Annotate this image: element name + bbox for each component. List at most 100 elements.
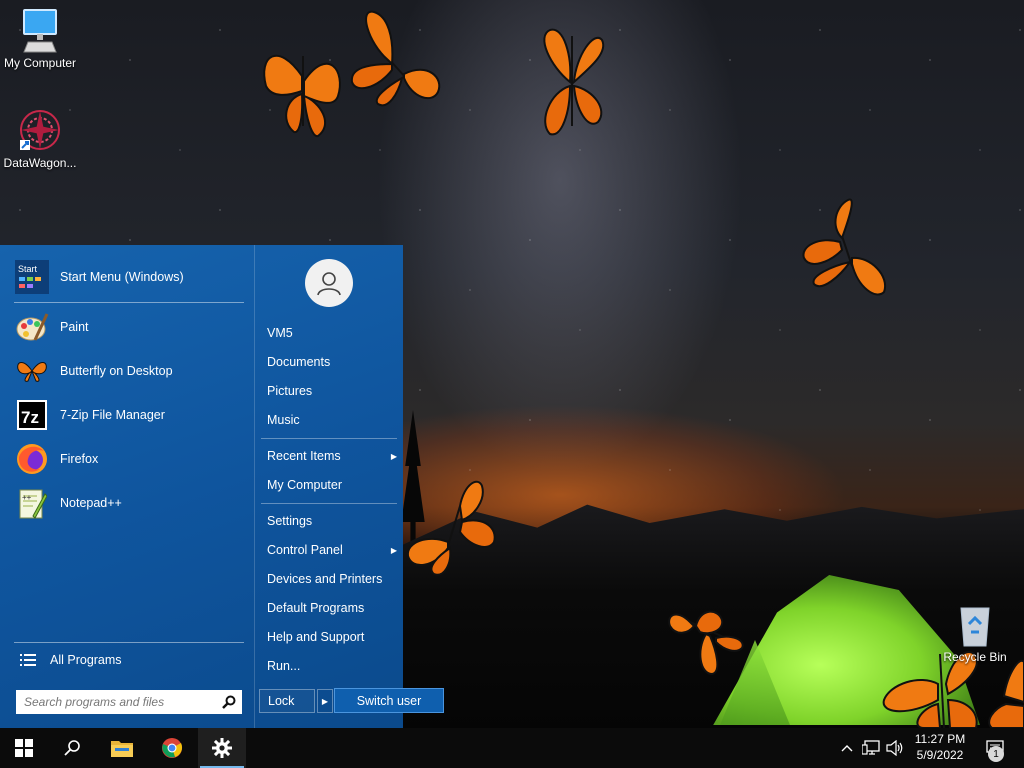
show-hidden-icons-button[interactable] [838,728,856,768]
search-icon[interactable] [222,695,236,709]
menu-item-label: Documents [267,355,331,369]
taskbar-file-explorer[interactable] [98,728,146,768]
desktop-icon-datawagon[interactable]: DataWagon... [0,108,80,170]
network-tray-button[interactable] [860,728,882,768]
monitor-icon [23,9,57,53]
switch-user-label: Switch user [356,693,422,708]
submenu-arrow-icon: ▶ [390,545,397,555]
menu-item-default-programs[interactable]: Default Programs [267,597,399,619]
menu-item-label: Recent Items [267,449,341,463]
taskbar-settings[interactable] [198,728,246,768]
menu-item-user[interactable]: VM5 [267,322,399,344]
search-box[interactable] [16,690,242,714]
separator [261,438,397,439]
program-start-menu-windows[interactable]: Start Start Menu (Windows) [14,257,242,297]
butterfly-icon [14,353,50,389]
start-menu-icon: Start [14,259,50,295]
butterfly-icon [988,659,1024,728]
program-label: Notepad++ [60,496,122,510]
user-avatar[interactable] [305,259,353,307]
lock-button[interactable]: Lock [259,689,315,713]
menu-item-label: Control Panel [267,543,343,557]
chrome-icon [162,738,183,758]
menu-item-label: VM5 [267,326,293,340]
user-icon [317,272,341,296]
folder-icon [111,741,133,757]
menu-item-label: Devices and Printers [267,572,383,586]
all-programs-button[interactable]: All Programs [14,647,242,673]
program-label: Start Menu (Windows) [60,270,184,284]
menu-item-help-and-support[interactable]: Help and Support [267,626,399,648]
menu-item-recent-items[interactable]: Recent Items ▶ [267,445,399,467]
taskbar: 11:27 PM 5/9/2022 [0,728,1024,768]
notification-count-badge: 1 [988,746,1004,762]
program-label: Paint [60,320,89,334]
menu-item-my-computer[interactable]: My Computer [267,474,399,496]
butterfly-icon [802,198,887,296]
separator [261,503,397,504]
search-icon [64,740,80,756]
menu-item-pictures[interactable]: Pictures [267,380,399,402]
menu-item-label: Help and Support [267,630,365,644]
taskbar-clock[interactable]: 11:27 PM 5/9/2022 [908,731,972,767]
clock-date: 5/9/2022 [916,748,964,762]
taskbar-chrome[interactable] [148,728,196,768]
start-menu: Start Start Menu (Windows) Paint Butterf… [0,245,403,728]
network-icon [862,740,880,755]
program-7zip[interactable]: 7z 7-Zip File Manager [14,395,242,435]
butterfly-icon [668,610,744,676]
clock-time: 11:27 PM [914,732,966,746]
menu-item-run[interactable]: Run... [267,655,399,677]
all-programs-label: All Programs [50,653,122,667]
desktop-icon-label: Recycle Bin [943,650,1007,664]
menu-item-documents[interactable]: Documents [267,351,399,373]
datawagon-icon [20,110,60,150]
menu-item-label: Run... [267,659,301,673]
butterfly-icon [406,480,496,576]
separator [14,302,244,303]
butterfly-icon [263,54,341,137]
taskbar-search-button[interactable] [48,728,96,768]
svg-text:7z: 7z [21,408,39,427]
svg-text:++: ++ [22,493,32,502]
menu-item-label: Pictures [267,384,313,398]
desktop-icon-label: DataWagon... [3,156,77,170]
program-label: 7-Zip File Manager [60,408,165,422]
recycle-bin-icon [960,607,990,647]
start-menu-programs-pane: Start Start Menu (Windows) Paint Butterf… [0,245,254,728]
menu-item-music[interactable]: Music [267,409,399,431]
separator [14,642,244,643]
chevron-up-icon [841,745,853,752]
menu-item-devices-and-printers[interactable]: Devices and Printers [267,568,399,590]
list-icon [20,654,36,666]
butterfly-icon [543,28,605,136]
butterfly-icon [350,10,441,107]
menu-item-label: Default Programs [267,601,365,615]
notepadpp-icon: ++ [14,485,50,521]
switch-user-menu-item[interactable]: Switch user [334,688,444,713]
start-button[interactable] [0,728,48,768]
chevron-right-icon: ▶ [321,696,329,706]
start-menu-places-pane: VM5 Documents Pictures Music Recent Item… [254,245,404,728]
program-butterfly-on-desktop[interactable]: Butterfly on Desktop [14,351,242,391]
gear-icon [212,738,232,758]
desktop-icon-recycle-bin[interactable]: Recycle Bin [935,602,1015,664]
menu-item-label: Settings [267,514,313,528]
power-options-arrow-button[interactable]: ▶ [317,689,333,713]
desktop-icon-my-computer[interactable]: My Computer [0,8,80,70]
menu-item-settings[interactable]: Settings [267,510,399,532]
volume-tray-button[interactable] [884,728,906,768]
program-firefox[interactable]: Firefox [14,439,242,479]
speaker-icon [886,740,903,756]
windows-logo-icon [15,739,33,757]
firefox-icon [14,441,50,477]
search-input[interactable] [22,694,222,710]
menu-item-control-panel[interactable]: Control Panel ▶ [267,539,399,561]
menu-item-label: Music [267,413,300,427]
menu-item-label: My Computer [267,478,343,492]
program-paint[interactable]: Paint [14,307,242,347]
lock-label: Lock [268,694,295,708]
7zip-icon: 7z [14,397,50,433]
paint-icon [14,309,50,345]
program-notepadpp[interactable]: ++ Notepad++ [14,483,242,523]
